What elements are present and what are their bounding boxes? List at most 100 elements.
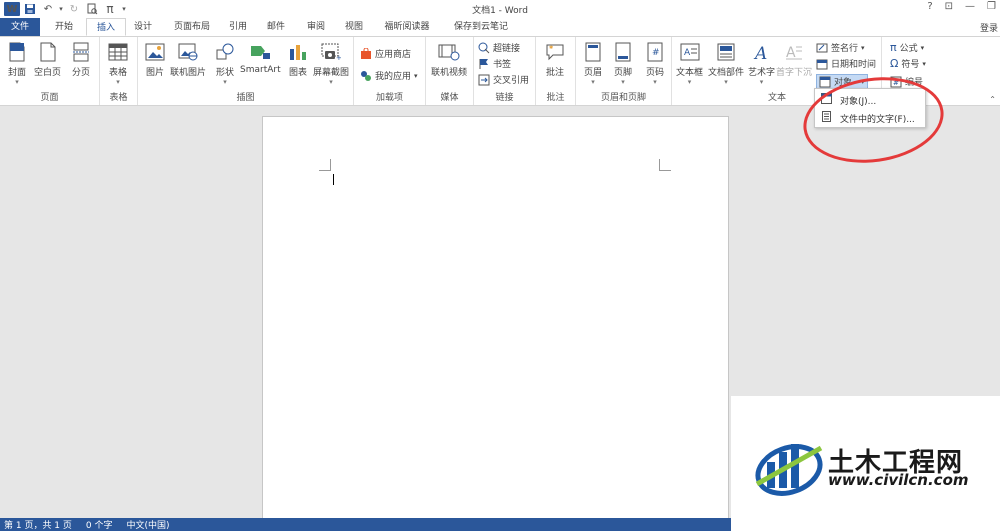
blank-page-button[interactable]: 空白页 [34,41,61,78]
ribbon-tabs: 文件 开始 插入 设计 页面布局 引用 邮件 审阅 视图 福昕阅读器 保存到云笔… [0,18,1000,36]
textbox-icon: A [679,41,701,63]
tab-design[interactable]: 设计 [126,18,160,36]
cross-reference-button[interactable]: 交叉引用 [478,73,529,86]
chevron-down-icon: ▾ [861,43,865,52]
margin-mark-right [659,159,671,171]
object-icon [819,76,831,88]
group-label-addins: 加载项 [375,93,403,103]
drop-cap-icon: A [783,41,805,63]
watermark-logo-icon [755,444,823,496]
status-language[interactable]: 中文(中国) [127,518,170,531]
group-pages: 封面 ▾ 空白页 分页 页面 [0,37,100,105]
quick-parts-icon [715,41,737,63]
tab-home[interactable]: 开始 [44,18,84,36]
wordart-button[interactable]: A 艺术字 ▾ [748,41,775,86]
pi-icon: π [890,41,897,54]
quick-parts-button[interactable]: 文档部件 ▾ [708,41,744,86]
table-button[interactable]: 表格 ▾ [107,41,129,86]
shapes-button[interactable]: 形状 ▾ [214,41,236,86]
restore-icon[interactable]: ❐ [987,1,996,12]
hyperlink-button[interactable]: 超链接 [478,41,520,54]
picture-button[interactable]: 图片 [144,41,166,78]
group-label-header-footer: 页眉和页脚 [600,93,646,103]
group-label-comments: 批注 [546,93,565,103]
store-button[interactable]: 应用商店 [360,47,411,60]
tab-references[interactable]: 引用 [222,18,254,36]
group-tables: 表格 ▾ 表格 [100,37,138,105]
svg-text:+: + [336,54,341,61]
smartart-icon [249,41,271,63]
cover-page-icon [6,41,28,63]
chevron-down-icon: ▾ [621,78,625,86]
document-page[interactable] [262,116,729,526]
tab-view[interactable]: 视图 [338,18,370,36]
ribbon-display-icon[interactable]: ⊡ [945,1,953,12]
page-number-button[interactable]: # 页码 ▾ [644,41,666,86]
chevron-down-icon: ▾ [922,59,926,68]
online-picture-icon [177,41,199,63]
symbol-button[interactable]: Ω 符号 ▾ [890,57,926,70]
date-time-button[interactable]: 日期和时间 [816,57,876,70]
group-comments: ✱ 批注 批注 [536,37,576,105]
header-icon [582,41,604,63]
tab-layout[interactable]: 页面布局 [164,18,220,36]
group-header-footer: 页眉 ▾ 页脚 ▾ # 页码 ▾ 页眉和页脚 [576,37,672,105]
svg-text:A: A [684,48,691,58]
screenshot-icon: + [320,41,342,63]
group-addins: 应用商店 我的应用 ▾ 加载项 [354,37,426,105]
login-link[interactable]: 登录 [980,21,998,34]
group-label-links: 链接 [495,93,514,103]
margin-mark-left [319,159,331,171]
svg-text:#: # [652,48,660,58]
help-icon[interactable]: ? [927,1,932,12]
group-label-illustrations: 插图 [236,93,255,103]
status-page[interactable]: 第 1 页，共 1 页 [4,518,72,531]
picture-icon [144,41,166,63]
bookmark-button[interactable]: 书签 [478,57,511,70]
group-media: 联机视频 媒体 [426,37,474,105]
tab-foxit-reader[interactable]: 福昕阅读器 [378,18,436,36]
status-word-count[interactable]: 0 个字 [86,518,113,531]
chevron-down-icon: ▾ [759,78,764,86]
bookmark-icon [478,58,490,70]
page-break-icon [70,41,92,63]
chevron-down-icon: ▾ [116,78,120,86]
tab-review[interactable]: 审阅 [300,18,332,36]
watermark-url: www.civilcn.com [828,471,969,489]
chevron-down-icon: ▾ [724,78,728,86]
my-apps-icon [360,70,372,82]
textbox-button[interactable]: A 文本框 ▾ [676,41,703,86]
chevron-down-icon: ▾ [687,78,692,86]
page-number-icon: # [644,41,666,63]
text-cursor [333,174,334,185]
group-label-pages: 页面 [40,93,59,103]
tab-mailings[interactable]: 邮件 [260,18,292,36]
group-label-tables: 表格 [109,93,128,103]
page-break-button[interactable]: 分页 [70,41,92,78]
watermark: 土木工程网 www.civilcn.com [731,396,1000,531]
chart-button[interactable]: 图表 [287,41,309,78]
shapes-icon [214,41,236,63]
drop-cap-button[interactable]: A 首字下沉 [776,41,812,78]
chevron-down-icon: ▾ [414,71,418,80]
my-apps-button[interactable]: 我的应用 ▾ [360,69,418,82]
footer-button[interactable]: 页脚 ▾ [612,41,634,86]
tab-save-to-cloud[interactable]: 保存到云笔记 [444,18,518,36]
minimize-icon[interactable]: — [965,1,975,12]
equation-button[interactable]: π 公式 ▾ [890,41,924,54]
comment-button[interactable]: ✱ 批注 [544,41,566,78]
signature-line-button[interactable]: 签名行 ▾ [816,41,865,54]
tab-file[interactable]: 文件 [0,18,40,36]
window-title: 文档1 - Word [472,6,528,16]
online-picture-button[interactable]: 联机图片 [170,41,206,78]
screenshot-button[interactable]: + 屏幕截图 ▾ [313,41,349,86]
chevron-down-icon: ▾ [920,43,925,52]
blank-page-icon [37,41,59,63]
tab-insert[interactable]: 插入 [86,18,126,36]
header-button[interactable]: 页眉 ▾ [582,41,604,86]
collapse-ribbon-icon[interactable]: ⌃ [989,95,996,104]
smartart-button[interactable]: SmartArt [240,41,281,75]
online-video-button[interactable]: 联机视频 [431,41,467,78]
cover-page-button[interactable]: 封面 ▾ [6,41,28,86]
title-bar: W ↶ ▾ ↻ π ▾ 文档1 - Word ? ⊡ — ❐ [0,0,1000,18]
